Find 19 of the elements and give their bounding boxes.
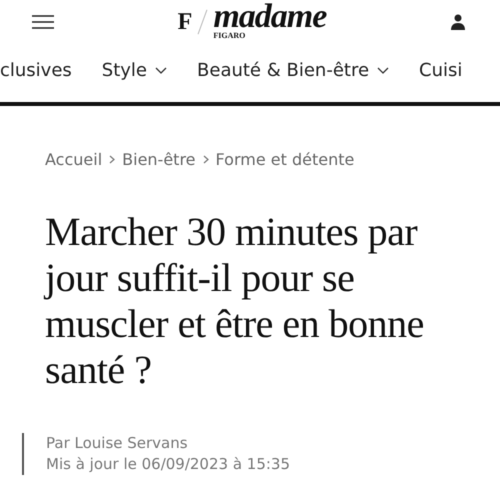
article-date: Mis à jour le 06/09/2023 à 15:35 <box>46 454 292 475</box>
breadcrumb-link[interactable]: Forme et détente <box>216 150 354 169</box>
article-author: Par Louise Servans <box>46 433 189 454</box>
logo-wordmark: madame <box>213 4 326 30</box>
nav-link[interactable]: Cuisi <box>419 60 462 80</box>
nav-link[interactable]: Beauté & Bien-être <box>197 60 390 80</box>
logo-subtitle: FIGARO <box>213 31 246 40</box>
chevron-down-icon <box>155 66 168 74</box>
nav-link[interactable]: Style <box>102 60 168 80</box>
chevron-right-icon <box>202 155 209 164</box>
chevron-right-icon <box>109 155 116 164</box>
user-icon[interactable] <box>450 14 466 30</box>
breadcrumb-link[interactable]: Bien-être <box>122 150 196 169</box>
nav-link[interactable]: clusives <box>0 60 72 80</box>
logo-mark: F <box>178 8 192 36</box>
article-title: Marcher 30 minutes par jour suffit-il pour se muscler et être en bonne santé ? <box>45 209 425 393</box>
menu-icon[interactable] <box>32 15 54 29</box>
breadcrumb-link[interactable]: Accueil <box>45 150 102 169</box>
chevron-down-icon <box>377 66 390 74</box>
